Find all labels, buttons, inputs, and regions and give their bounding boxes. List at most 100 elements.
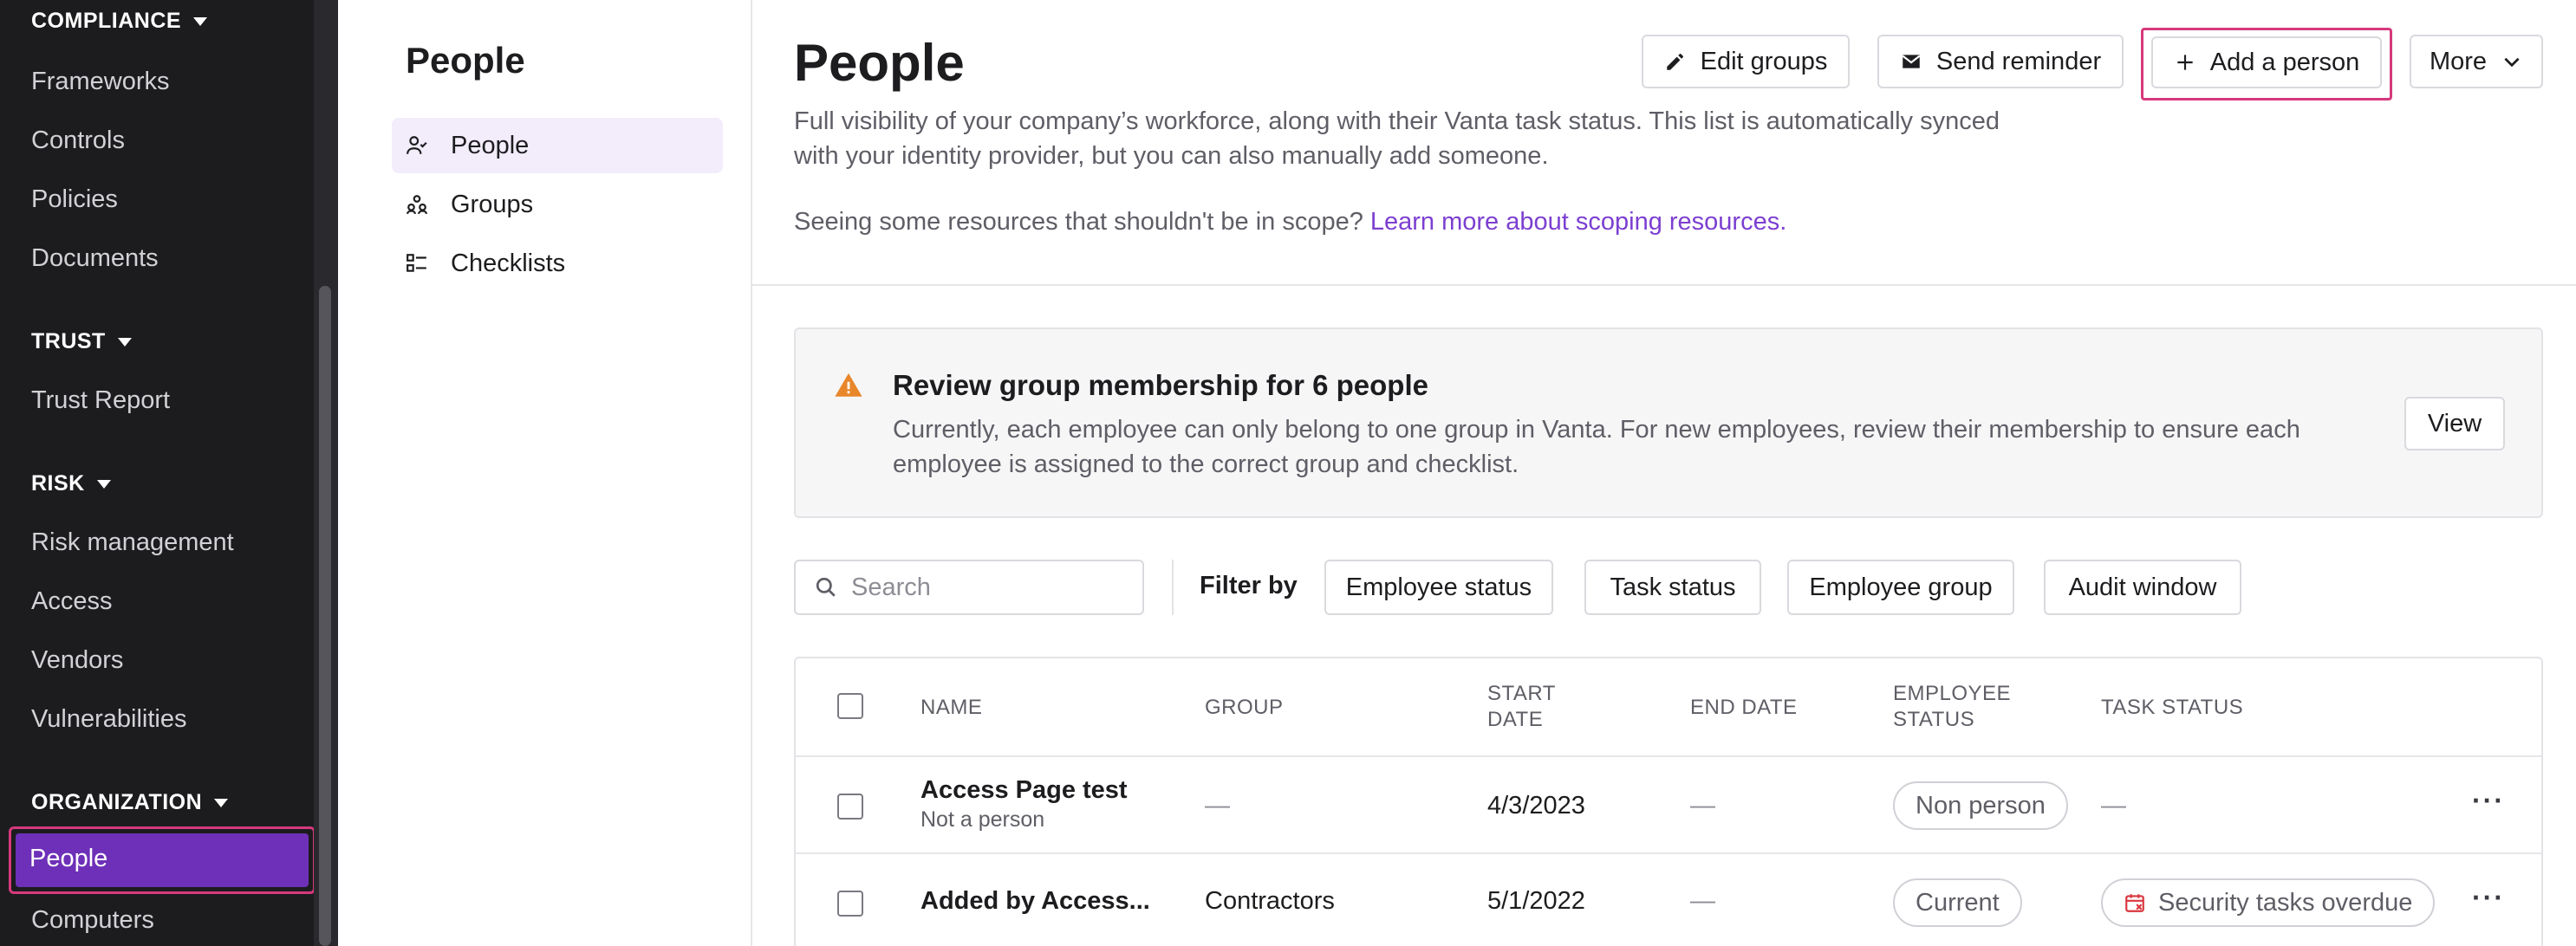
group-review-banner: Review group membership for 6 people Cur… — [794, 327, 2543, 518]
scoping-resources-link[interactable]: Learn more about scoping resources — [1370, 208, 1779, 236]
button-label: Employee group — [1809, 573, 1993, 601]
page-description: Full visibility of your company’s workfo… — [794, 107, 2000, 170]
sidebar-item-documents[interactable]: Documents — [31, 244, 159, 273]
caret-down-icon — [117, 337, 132, 347]
search-input[interactable] — [851, 573, 1129, 602]
caret-down-icon — [193, 16, 208, 26]
column-header-name[interactable]: NAME — [920, 695, 982, 721]
banner-title: Review group membership for 6 people — [893, 369, 1428, 401]
plus-icon — [2177, 55, 2193, 70]
section-heading: TRUST — [31, 329, 106, 353]
checklist-icon — [407, 254, 426, 272]
header-line: DATE — [1487, 708, 1544, 731]
caret-down-icon — [96, 479, 111, 489]
task-status-label: Security tasks overdue — [2158, 888, 2413, 917]
row-actions-icon[interactable]: ··· — [2472, 785, 2505, 817]
button-label: Task status — [1610, 573, 1736, 601]
subnav-item-groups[interactable]: Groups — [392, 177, 723, 232]
group-cell: Contractors — [1205, 887, 1335, 915]
sidebar-item-computers[interactable]: Computers — [31, 906, 154, 935]
section-heading: COMPLIANCE — [31, 9, 182, 33]
row-divider — [796, 755, 2541, 757]
group-cell: — — [1205, 792, 1230, 820]
button-label: Add a person — [2209, 48, 2360, 76]
task-status-badge: Security tasks overdue — [2101, 878, 2436, 927]
end-date-cell: — — [1690, 792, 1715, 820]
column-header-employee-status[interactable]: EMPLOYEE STATUS — [1893, 681, 2011, 733]
row-checkbox[interactable] — [837, 794, 863, 820]
subnav-title: People — [406, 40, 525, 81]
section-compliance-toggle[interactable]: COMPLIANCE — [31, 9, 208, 34]
sidebar-item-label: People — [29, 845, 108, 872]
subnav-item-people[interactable]: People — [392, 118, 723, 173]
main-content: People Edit groups Send reminder Add a p… — [752, 0, 2576, 946]
sidebar-item-vulnerabilities[interactable]: Vulnerabilities — [31, 705, 186, 734]
people-icon — [407, 136, 427, 154]
pencil-icon — [1666, 54, 1683, 70]
mail-icon — [1902, 55, 1921, 68]
section-organization-toggle[interactable]: ORGANIZATION — [31, 790, 229, 815]
subnav-item-label: People — [451, 131, 530, 159]
select-all-checkbox[interactable] — [837, 693, 863, 719]
subnav-item-label: Groups — [451, 190, 534, 218]
status-badge: Current — [1893, 878, 2022, 927]
row-checkbox[interactable] — [837, 891, 863, 917]
person-name[interactable]: Access Page test — [920, 776, 1128, 805]
send-reminder-button[interactable]: Send reminder — [1877, 35, 2124, 88]
column-header-end-date[interactable]: END DATE — [1690, 695, 1798, 721]
sidebar-item-controls[interactable]: Controls — [31, 126, 125, 155]
employee-status-filter[interactable]: Employee status — [1324, 560, 1553, 615]
row-divider — [796, 852, 2541, 854]
sidebar-item-risk-management[interactable]: Risk management — [31, 528, 234, 557]
filter-divider — [1172, 560, 1174, 615]
sidebar-item-people[interactable]: People — [9, 826, 315, 894]
row-actions-icon[interactable]: ··· — [2472, 882, 2505, 914]
caret-down-icon — [214, 798, 229, 807]
section-trust-toggle[interactable]: TRUST — [31, 329, 132, 354]
sidebar-item-frameworks[interactable]: Frameworks — [31, 68, 170, 96]
task-status-cell: — — [2101, 792, 2126, 820]
button-label: View — [2427, 409, 2482, 437]
header-line: EMPLOYEE — [1893, 682, 2012, 705]
scope-note: Seeing some resources that shouldn't be … — [794, 208, 1786, 236]
subnav-item-label: Checklists — [451, 249, 566, 277]
employee-group-filter[interactable]: Employee group — [1787, 560, 2014, 615]
button-label: Send reminder — [1935, 47, 2102, 75]
more-button[interactable]: More — [2410, 35, 2543, 88]
header-divider — [752, 284, 2576, 286]
button-label: More — [2429, 47, 2488, 75]
warning-icon — [835, 373, 862, 397]
audit-window-filter[interactable]: Audit window — [2044, 560, 2241, 615]
column-header-start-date[interactable]: START DATE — [1487, 681, 1556, 733]
subnav-item-checklists[interactable]: Checklists — [392, 236, 723, 291]
button-label: Employee status — [1345, 573, 1532, 601]
start-date-cell: 5/1/2022 — [1487, 887, 1585, 915]
add-person-button[interactable]: Add a person — [2151, 36, 2382, 88]
people-subnav: People People Groups Checklists — [338, 0, 752, 946]
button-label: Audit window — [2068, 573, 2217, 601]
edit-groups-button[interactable]: Edit groups — [1642, 35, 1850, 88]
button-label: Edit groups — [1700, 47, 1828, 75]
search-icon — [816, 577, 836, 597]
sidebar-scrollbar[interactable] — [314, 0, 338, 946]
scrollbar-thumb[interactable] — [319, 286, 331, 946]
task-status-filter[interactable]: Task status — [1584, 560, 1761, 615]
column-header-task-status[interactable]: TASK STATUS — [2101, 695, 2243, 721]
view-button[interactable]: View — [2404, 397, 2505, 450]
section-heading: ORGANIZATION — [31, 790, 203, 814]
section-heading: RISK — [31, 471, 85, 496]
person-subtitle: Not a person — [920, 807, 1045, 832]
header-line: STATUS — [1893, 708, 1975, 731]
column-header-group[interactable]: GROUP — [1205, 695, 1284, 721]
sidebar-item-trust-report[interactable]: Trust Report — [31, 386, 170, 415]
sidebar-item-policies[interactable]: Policies — [31, 185, 118, 214]
sidebar-item-vendors[interactable]: Vendors — [31, 646, 123, 675]
search-field[interactable] — [794, 560, 1144, 615]
status-badge: Non person — [1893, 781, 2068, 830]
people-table: NAME GROUP START DATE END DATE EMPLOYEE … — [794, 657, 2543, 946]
sidebar-item-access[interactable]: Access — [31, 587, 112, 616]
section-risk-toggle[interactable]: RISK — [31, 471, 111, 496]
scope-period: . — [1779, 208, 1787, 236]
banner-text: Currently, each employee can only belong… — [893, 416, 2300, 478]
person-name[interactable]: Added by Access... — [920, 887, 1150, 916]
